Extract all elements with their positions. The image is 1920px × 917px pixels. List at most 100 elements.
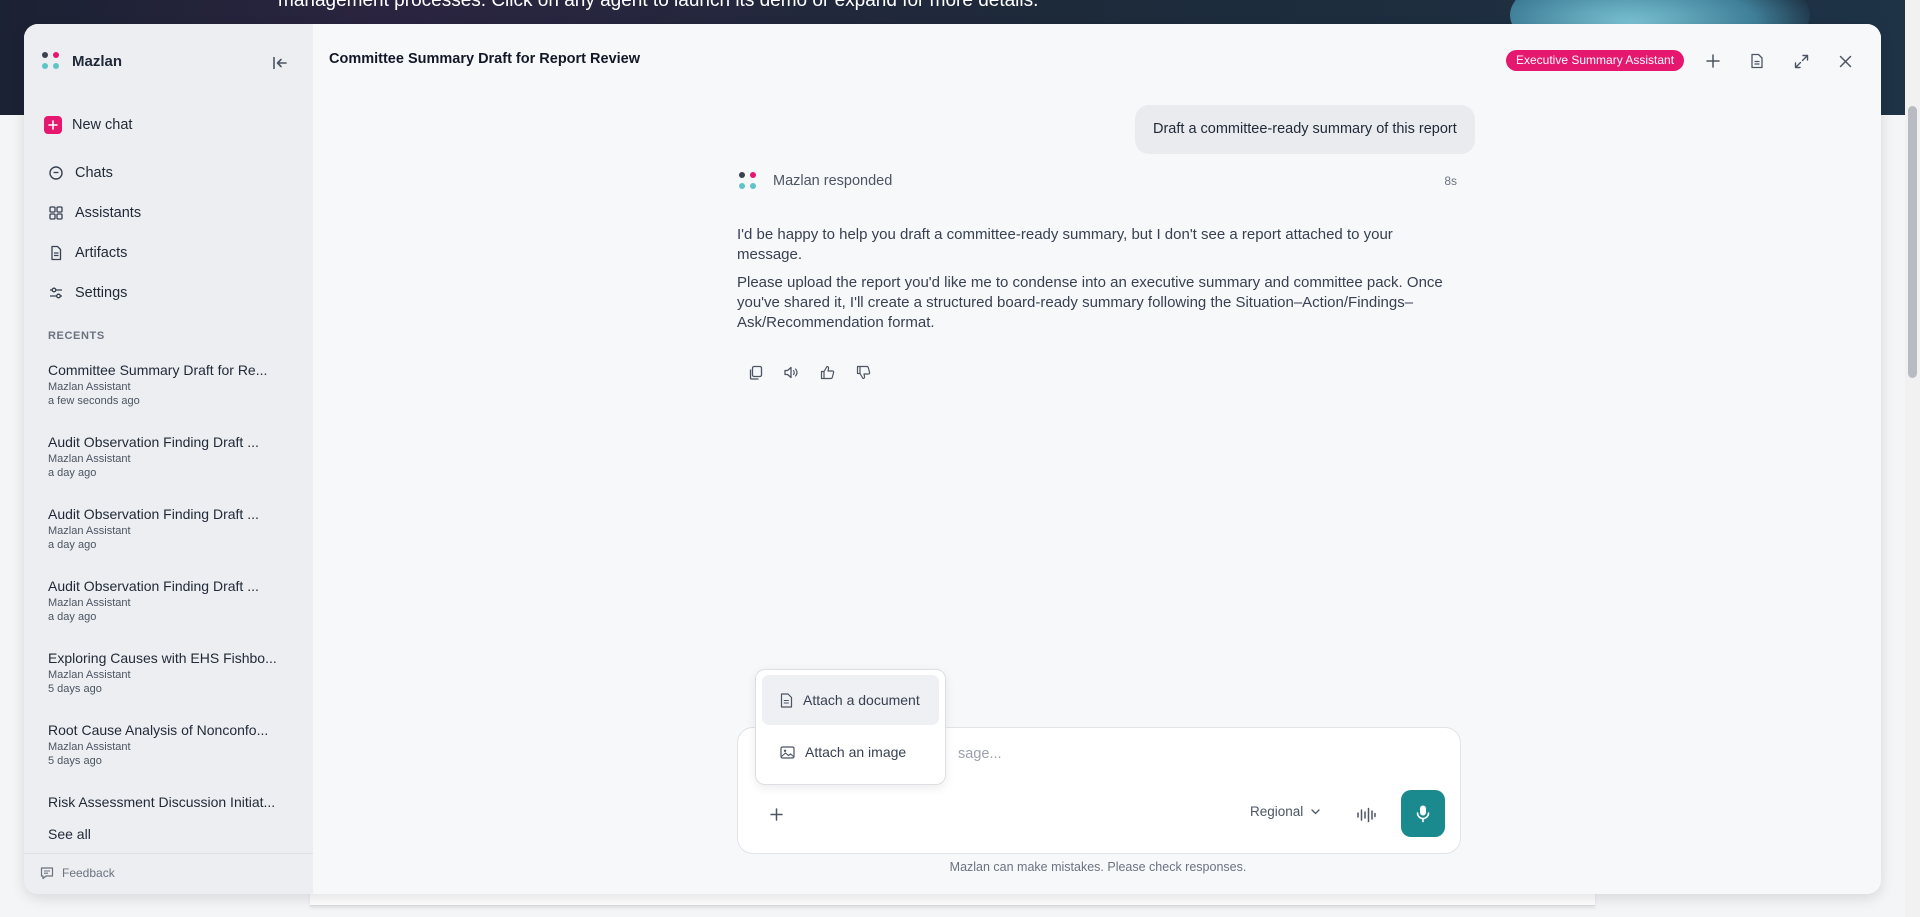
attach-button[interactable] [764, 802, 788, 826]
response-header: Mazlan responded 8s [737, 170, 1457, 192]
user-message: Draft a committee-ready summary of this … [1135, 105, 1475, 154]
recent-chat-assistant: Mazlan Assistant [48, 741, 131, 753]
thumbs-down-button[interactable] [851, 360, 875, 384]
sidebar-item-label: Settings [75, 285, 128, 301]
hero-description: management processes. Click on any agent… [278, 0, 1039, 11]
sidebar-item-label: Assistants [75, 205, 142, 221]
chevron-down-icon [1311, 808, 1320, 814]
disclaimer: Mazlan can make mistakes. Please check r… [949, 860, 1247, 874]
response-time: 8s [1444, 174, 1457, 188]
collapse-sidebar-button[interactable] [269, 52, 291, 74]
page-scrollbar[interactable] [1905, 0, 1920, 917]
recent-chat-item[interactable]: Root Cause Analysis of Nonconfo... Mazla… [48, 722, 278, 767]
recent-chat-time: a day ago [48, 467, 97, 479]
recent-chat-time: a few seconds ago [48, 395, 140, 407]
message-placeholder: sage... [958, 746, 1002, 762]
attach-image-option[interactable]: Attach an image [762, 727, 939, 777]
sidebar-item-label: Chats [75, 165, 113, 181]
recent-chat-time: 5 days ago [48, 755, 102, 767]
assistant-response: I'd be happy to help you draft a committ… [737, 225, 1459, 341]
sidebar-item-artifacts[interactable]: Artifacts [48, 245, 127, 261]
microphone-button[interactable] [1401, 790, 1445, 837]
sidebar-item-assistants[interactable]: Assistants [48, 205, 141, 221]
plus-icon [44, 116, 62, 134]
plus-icon [769, 807, 783, 821]
recent-chat-title: Root Cause Analysis of Nonconfo... [48, 722, 269, 738]
region-label: Regional [1250, 804, 1304, 819]
recent-chat-title: Committee Summary Draft for Re... [48, 362, 268, 378]
audio-waveform-icon [1357, 807, 1376, 823]
new-chat-button[interactable]: New chat [44, 116, 132, 134]
thumbs-down-icon [856, 365, 870, 379]
recent-chat-assistant: Mazlan Assistant [48, 525, 131, 537]
artifacts-button[interactable] [1744, 48, 1770, 74]
recent-chat-item[interactable]: Audit Observation Finding Draft ... Mazl… [48, 434, 278, 479]
see-all-link[interactable]: See all [48, 826, 91, 842]
sidebar-item-settings[interactable]: Settings [48, 285, 127, 301]
attach-document-option[interactable]: Attach a document [762, 675, 939, 725]
chat-header: Committee Summary Draft for Report Revie… [313, 24, 1881, 96]
response-paragraph: Please upload the report you'd like me t… [737, 274, 1443, 331]
recent-chat-item[interactable]: Audit Observation Finding Draft ... Mazl… [48, 578, 278, 623]
chat-modal: Mazlan New chat Chats Assistants Artifac… [24, 24, 1881, 894]
recent-chat-title: Audit Observation Finding Draft ... [48, 578, 259, 594]
feedback-icon [40, 867, 54, 880]
document-icon [1751, 53, 1763, 69]
image-icon [780, 745, 795, 759]
close-button[interactable] [1832, 48, 1858, 74]
recent-chat-title: Audit Observation Finding Draft ... [48, 506, 259, 522]
chat-icon [49, 166, 63, 180]
close-icon [1839, 55, 1851, 67]
brand: Mazlan [40, 50, 122, 72]
thumbs-up-button[interactable] [815, 360, 839, 384]
recent-chat-title: Exploring Causes with EHS Fishbo... [48, 650, 277, 666]
recent-chat-item[interactable]: Exploring Causes with EHS Fishbo... Mazl… [48, 650, 278, 695]
mazlan-logo-icon [40, 50, 62, 72]
sidebar-item-label: Artifacts [75, 245, 128, 261]
sidebar-item-chats[interactable]: Chats [48, 165, 113, 181]
speaker-icon [784, 366, 798, 378]
new-conversation-button[interactable] [1700, 48, 1726, 74]
sliders-icon [50, 287, 62, 299]
assistant-badge[interactable]: Executive Summary Assistant [1506, 50, 1685, 71]
recent-chat-time: a day ago [48, 539, 97, 551]
recent-chat-assistant: Mazlan Assistant [48, 597, 131, 609]
scrollbar-thumb[interactable] [1908, 106, 1917, 378]
plus-icon [1706, 54, 1720, 68]
recent-chat-item[interactable]: Risk Assessment Discussion Initiat... [48, 794, 278, 810]
attach-image-label: Attach an image [805, 744, 907, 760]
feedback-button[interactable]: Feedback [40, 866, 115, 880]
recent-chat-title: Risk Assessment Discussion Initiat... [48, 794, 276, 810]
grid-icon [49, 206, 63, 220]
recent-chat-item[interactable]: Committee Summary Draft for Re... Mazlan… [48, 362, 278, 407]
recent-chat-time: 5 days ago [48, 683, 102, 695]
conversation-title: Committee Summary Draft for Report Revie… [329, 51, 641, 67]
recent-chat-item[interactable]: Audit Observation Finding Draft ... Mazl… [48, 506, 278, 551]
recent-chat-assistant: Mazlan Assistant [48, 453, 131, 465]
copy-button[interactable] [743, 360, 767, 384]
collapse-left-icon [273, 57, 287, 69]
copy-icon [749, 365, 762, 380]
response-actions [743, 360, 875, 384]
sidebar: Mazlan New chat Chats Assistants Artifac… [24, 24, 314, 894]
expand-button[interactable] [1788, 48, 1814, 74]
expand-icon [1794, 54, 1808, 68]
recents-heading: RECENTS [48, 330, 105, 342]
new-chat-label: New chat [72, 117, 133, 133]
microphone-icon [1416, 805, 1430, 822]
responder-label: Mazlan responded [773, 173, 893, 189]
recent-chat-title: Audit Observation Finding Draft ... [48, 434, 259, 450]
read-aloud-button[interactable] [779, 360, 803, 384]
response-paragraph: I'd be happy to help you draft a committ… [737, 226, 1393, 263]
brand-name: Mazlan [72, 52, 123, 70]
thumbs-up-icon [820, 365, 834, 379]
region-select[interactable]: Regional [1250, 804, 1320, 819]
document-icon [51, 245, 62, 261]
attach-menu: Attach a document Attach an image [755, 669, 946, 785]
feedback-label: Feedback [62, 866, 115, 880]
document-icon [780, 692, 793, 708]
voice-mode-button[interactable] [1353, 802, 1379, 828]
recent-chat-time: a day ago [48, 611, 97, 623]
mazlan-logo-icon [737, 170, 759, 192]
recent-chat-assistant: Mazlan Assistant [48, 669, 131, 681]
